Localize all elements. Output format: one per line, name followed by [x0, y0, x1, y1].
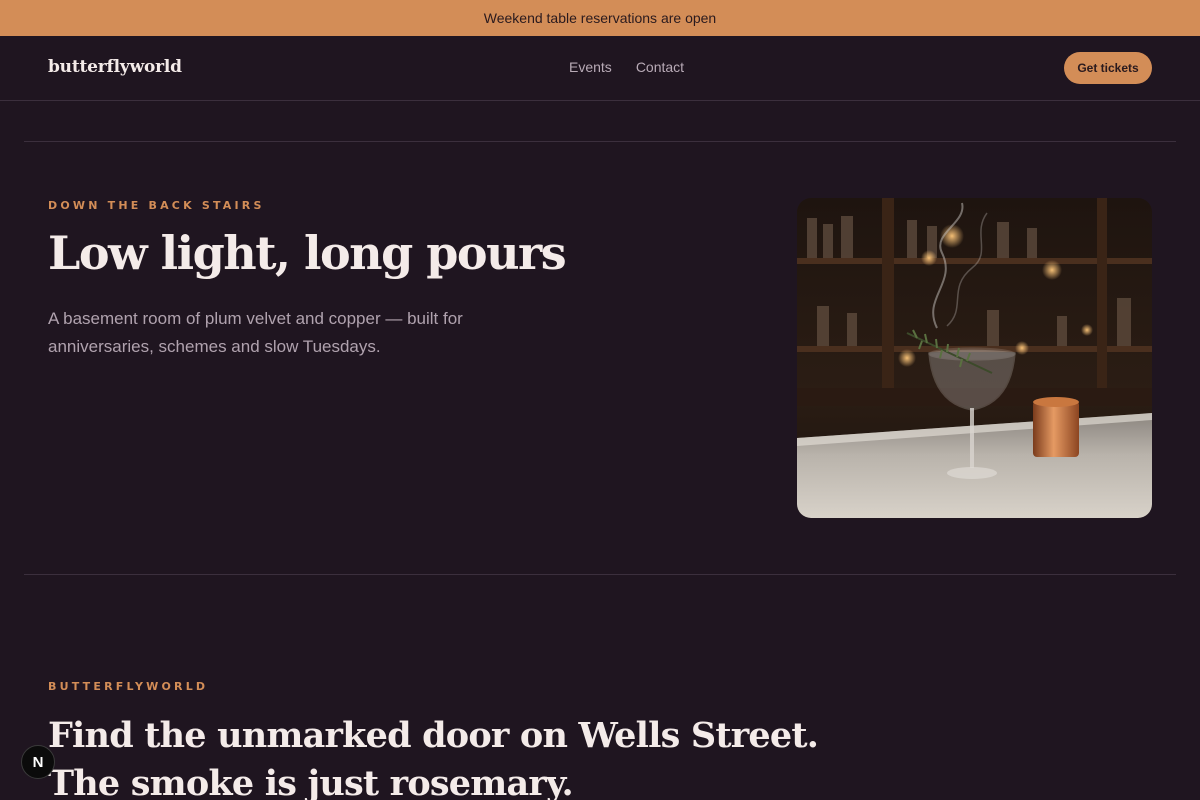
section-divider — [24, 574, 1176, 575]
cocktail-illustration — [797, 198, 1152, 518]
hero-title: Low light, long pours — [48, 226, 567, 280]
section-title-line-2: The smoke is just rosemary. — [48, 763, 574, 800]
framework-badge[interactable]: N — [21, 745, 55, 779]
section-eyebrow: BUTTERFLYWORLD — [48, 680, 209, 693]
section-title: Find the unmarked door on Wells Street. … — [48, 712, 819, 800]
hero-eyebrow: DOWN THE BACK STAIRS — [48, 199, 265, 212]
section-title-line-1: Find the unmarked door on Wells Street. — [48, 715, 819, 756]
main-nav: Events Contact — [569, 59, 684, 75]
announcement-bar: Weekend table reservations are open — [0, 0, 1200, 36]
cocktail-photo — [797, 198, 1152, 518]
site-header: butterflyworld Events Contact Get ticket… — [0, 36, 1200, 101]
hero-subtitle: A basement room of plum velvet and coppe… — [48, 309, 463, 356]
nav-link-events[interactable]: Events — [569, 59, 612, 75]
site-logo[interactable]: butterflyworld — [48, 57, 182, 77]
section-divider — [24, 141, 1176, 142]
announcement-text: Weekend table reservations are open — [483, 10, 717, 26]
nav-link-contact[interactable]: Contact — [636, 59, 684, 75]
get-tickets-button[interactable]: Get tickets — [1064, 52, 1152, 84]
